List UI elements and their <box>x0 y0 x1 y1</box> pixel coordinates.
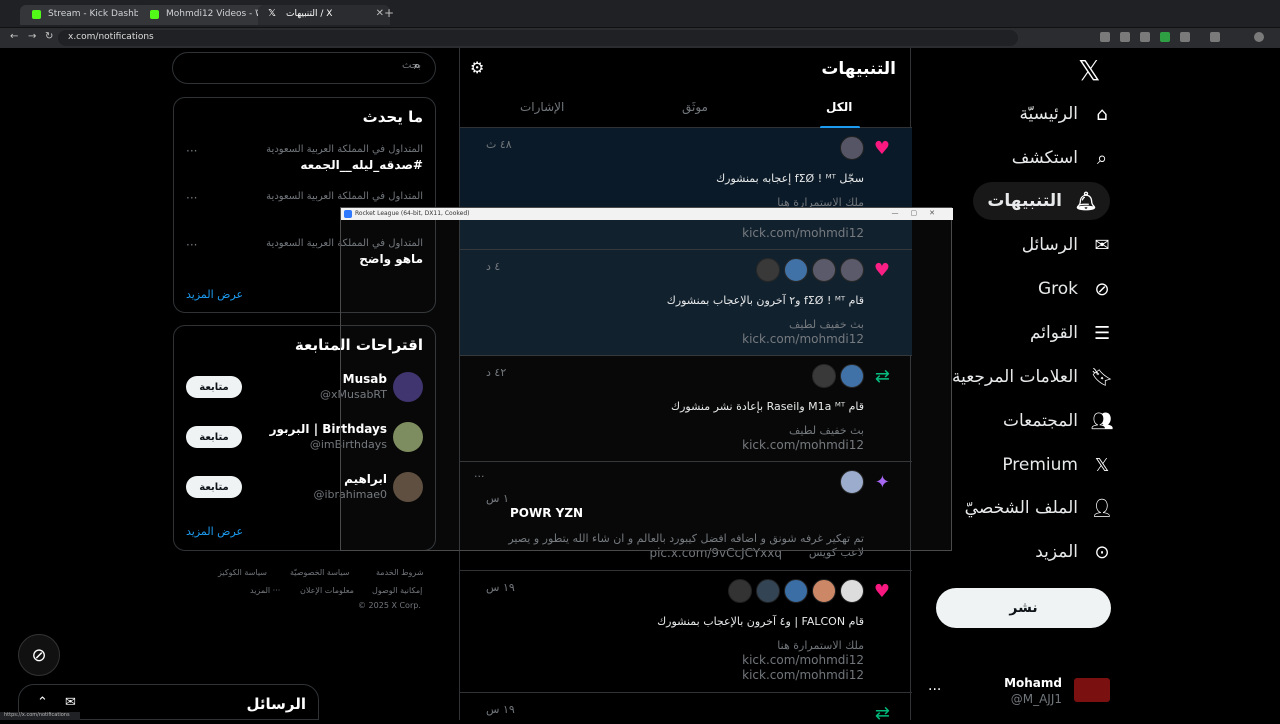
compose-message-icon[interactable]: ✉ <box>65 695 76 710</box>
tab-mentions[interactable]: الإشارات <box>520 100 564 114</box>
account-handle: @M_AJJ1 <box>1010 692 1062 706</box>
avatar[interactable] <box>840 579 864 603</box>
expand-icon[interactable]: ⌃ <box>37 695 48 710</box>
copyright: © 2025 X Corp. <box>358 601 421 610</box>
profile-avatar[interactable] <box>1254 32 1264 42</box>
nav-notifications[interactable]: 🔔︎ التنبيهات <box>973 182 1110 220</box>
browser-tab[interactable]: Stream - Kick Dashboard ✕ <box>20 5 152 25</box>
url-field[interactable]: x.com/notifications <box>58 30 1018 46</box>
status-bar-url: https://x.com/notifications <box>0 712 80 720</box>
avatar <box>1074 678 1110 702</box>
home-icon: ⌂ <box>1096 103 1108 125</box>
follow-button[interactable]: متابعة <box>186 426 242 448</box>
nav-grok[interactable]: ⊘ Grok <box>1038 270 1112 308</box>
nav-home[interactable]: ⌂ الرئيسيّة <box>1019 95 1112 133</box>
kick-icon <box>32 10 41 19</box>
extension-icon[interactable] <box>1140 32 1150 42</box>
avatar-stack <box>728 579 864 603</box>
kick-icon <box>150 10 159 19</box>
nav-profile[interactable]: 👤︎ الملف الشخصيّ <box>965 489 1114 527</box>
person-icon: 👤︎ <box>1090 497 1114 519</box>
account-name: Mohamd <box>1004 676 1062 690</box>
search-icon: ⌕ <box>1096 147 1108 169</box>
avatar[interactable] <box>784 579 808 603</box>
notification-item[interactable]: ١٩ س ⇄ <box>460 693 912 724</box>
app-icon <box>344 210 352 218</box>
tab-verified[interactable]: موثَق <box>682 100 708 114</box>
heart-icon: ♥ <box>873 581 890 602</box>
footer-link[interactable]: سياسة الخصوصيّة <box>290 568 349 577</box>
window-titlebar[interactable]: Rocket League (64-bit, DX11, Cooked) —▢✕ <box>341 208 953 220</box>
more-icon[interactable]: ··· <box>928 682 941 698</box>
footer-link[interactable]: المزيد ··· <box>250 586 280 595</box>
footer-link[interactable]: سياسة الكوكيز <box>218 568 267 577</box>
browser-tab[interactable]: Mohmdi12 Videos - Watch On ✕ <box>138 5 270 25</box>
avatar-stack <box>840 136 864 160</box>
extension-icon[interactable] <box>1100 32 1110 42</box>
page-title: التنبيهات <box>821 59 896 79</box>
reload-icon[interactable]: ↻ <box>45 31 53 42</box>
nav-explore[interactable]: ⌕ استكشف <box>1012 139 1112 177</box>
extension-icon[interactable] <box>1210 32 1220 42</box>
x-logo[interactable]: 𝕏 <box>1078 54 1101 87</box>
game-window-overlay[interactable]: Rocket League (64-bit, DX11, Cooked) —▢✕ <box>340 207 953 551</box>
show-more-link[interactable]: عرض المزيد <box>186 288 243 301</box>
account-switcher[interactable]: ··· Mohamd @M_AJJ1 <box>928 672 1110 712</box>
footer-link[interactable]: إمكانية الوصول <box>372 586 422 595</box>
nav-communities[interactable]: 👥︎ المجتمعات <box>1003 402 1114 440</box>
grok-floating-button[interactable]: ⊘ <box>18 634 60 676</box>
nav-messages[interactable]: ✉ الرسائل <box>1022 226 1112 264</box>
trend-item[interactable]: #صدقه_ليله__الجمعه <box>300 158 423 172</box>
notification-tabs: الكل موثَق الإشارات <box>460 92 912 128</box>
bookmark-icon: 🔖︎ <box>1090 366 1114 388</box>
nav-more[interactable]: ⊙ المزيد <box>1035 533 1112 571</box>
x-icon: 𝕏 <box>268 8 277 19</box>
window-controls[interactable]: —▢✕ <box>892 209 947 217</box>
tab-all[interactable]: الكل <box>826 100 852 114</box>
search-icon: ⌕ <box>414 59 421 72</box>
avatar[interactable] <box>812 579 836 603</box>
communities-icon: 👥︎ <box>1090 410 1114 432</box>
nav-premium[interactable]: 𝕏 Premium <box>1002 446 1112 484</box>
browser-tab-strip: Stream - Kick Dashboard ✕ Mohmdi12 Video… <box>0 0 1280 28</box>
more-icon[interactable]: ··· <box>186 191 197 205</box>
post-button[interactable]: نشر <box>936 588 1111 628</box>
gear-icon[interactable]: ⚙ <box>470 58 484 77</box>
avatar[interactable] <box>840 136 864 160</box>
avatar[interactable] <box>756 579 780 603</box>
grok-icon: ⊘ <box>1094 278 1110 300</box>
new-tab-icon[interactable]: + <box>384 6 394 20</box>
extension-icon[interactable] <box>1160 32 1170 42</box>
extension-icon[interactable] <box>1180 32 1190 42</box>
nav-lists[interactable]: ☰ القوائم <box>1030 314 1112 352</box>
more-icon[interactable]: ··· <box>186 238 197 252</box>
address-bar-row: ← → ↻ x.com/notifications <box>0 28 1280 48</box>
x-premium-icon: 𝕏 <box>1094 454 1110 476</box>
show-more-link[interactable]: عرض المزيد <box>186 525 243 538</box>
search-input[interactable]: بحث <box>172 52 436 84</box>
more-icon[interactable]: ··· <box>186 144 197 158</box>
forward-icon[interactable]: → <box>28 31 36 42</box>
more-circle-icon: ⊙ <box>1094 541 1110 563</box>
avatar[interactable] <box>728 579 752 603</box>
close-icon[interactable]: ✕ <box>376 8 384 19</box>
mail-icon: ✉ <box>1094 234 1110 256</box>
footer-link[interactable]: معلومات الإعلان <box>300 586 354 595</box>
footer-link[interactable]: شروط الخدمة <box>376 568 424 577</box>
bell-icon: 🔔︎ <box>1074 190 1098 212</box>
heart-icon: ♥ <box>873 138 890 159</box>
extension-icon[interactable] <box>1120 32 1130 42</box>
browser-tab-active[interactable]: 𝕏 التنبيهات / X ✕ <box>258 5 390 25</box>
notification-item[interactable]: ١٩ س ♥ قام FALCON | و٤ آخرون بالإعجاب بم… <box>460 571 912 693</box>
follow-button[interactable]: متابعة <box>186 476 242 498</box>
list-icon: ☰ <box>1093 322 1111 344</box>
repost-icon: ⇄ <box>874 703 890 724</box>
nav-bookmarks[interactable]: 🔖︎ العلامات المرجعية <box>952 358 1114 396</box>
follow-button[interactable]: متابعة <box>186 376 242 398</box>
grok-icon: ⊘ <box>31 644 47 666</box>
back-icon[interactable]: ← <box>10 31 18 42</box>
